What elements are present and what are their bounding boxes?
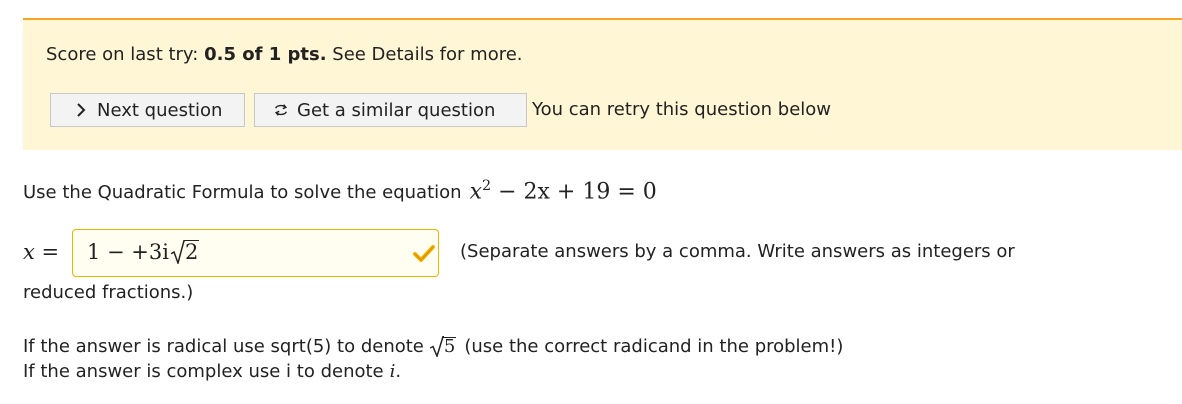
sqrt-example: 5 xyxy=(429,336,457,357)
radical-help-suffix: (use the correct radicand in the problem… xyxy=(464,336,844,357)
equation: x2 − 2x + 19 = 0 xyxy=(470,178,657,204)
equation-variable: x xyxy=(469,179,482,205)
score-prefix: Score on last try: xyxy=(46,44,199,65)
radical-help-prefix: If the answer is radical use sqrt(5) to … xyxy=(23,336,424,357)
similar-question-button[interactable]: Get a similar question xyxy=(254,93,527,127)
answer-input[interactable]: 1 − +3i 2 xyxy=(72,229,439,277)
score-suffix: See Details for more. xyxy=(332,44,523,65)
complex-help-suffix: . xyxy=(395,361,402,382)
complex-help-prefix: If the answer is complex use i to denote xyxy=(23,361,384,382)
equation-exponent: 2 xyxy=(482,178,492,194)
next-question-label: Next question xyxy=(97,99,223,121)
next-question-button[interactable]: Next question xyxy=(50,93,245,127)
answer-hint-line1: (Separate answers by a comma. Write answ… xyxy=(460,241,1015,262)
answer-radicand: 2 xyxy=(183,240,200,264)
similar-question-label: Get a similar question xyxy=(297,99,496,121)
answer-hint-line2: reduced fractions.) xyxy=(23,282,194,303)
complex-help: If the answer is complex use i to denote… xyxy=(23,361,401,382)
sqrt-symbol: 2 xyxy=(170,240,200,264)
equation-rest: − 2x + 19 = 0 xyxy=(498,179,657,205)
answer-label: x = xyxy=(23,240,60,264)
score-value: 0.5 of 1 pts. xyxy=(204,44,327,65)
radical-help: If the answer is radical use sqrt(5) to … xyxy=(23,336,843,357)
question-prompt: Use the Quadratic Formula to solve the e… xyxy=(23,178,657,204)
prompt-text: Use the Quadratic Formula to solve the e… xyxy=(23,182,462,204)
score-panel: Score on last try: 0.5 of 1 pts. See Det… xyxy=(23,18,1182,150)
retry-arrows-icon xyxy=(273,101,289,119)
answer-value-prefix: 1 − +3i xyxy=(87,240,169,264)
retry-message: You can retry this question below xyxy=(532,99,832,120)
checkmark-icon xyxy=(413,244,435,264)
answer-value: 1 − +3i 2 xyxy=(87,240,201,264)
sqrt-example-radicand: 5 xyxy=(442,336,457,357)
score-summary: Score on last try: 0.5 of 1 pts. See Det… xyxy=(46,44,523,65)
chevron-right-icon xyxy=(73,101,89,119)
